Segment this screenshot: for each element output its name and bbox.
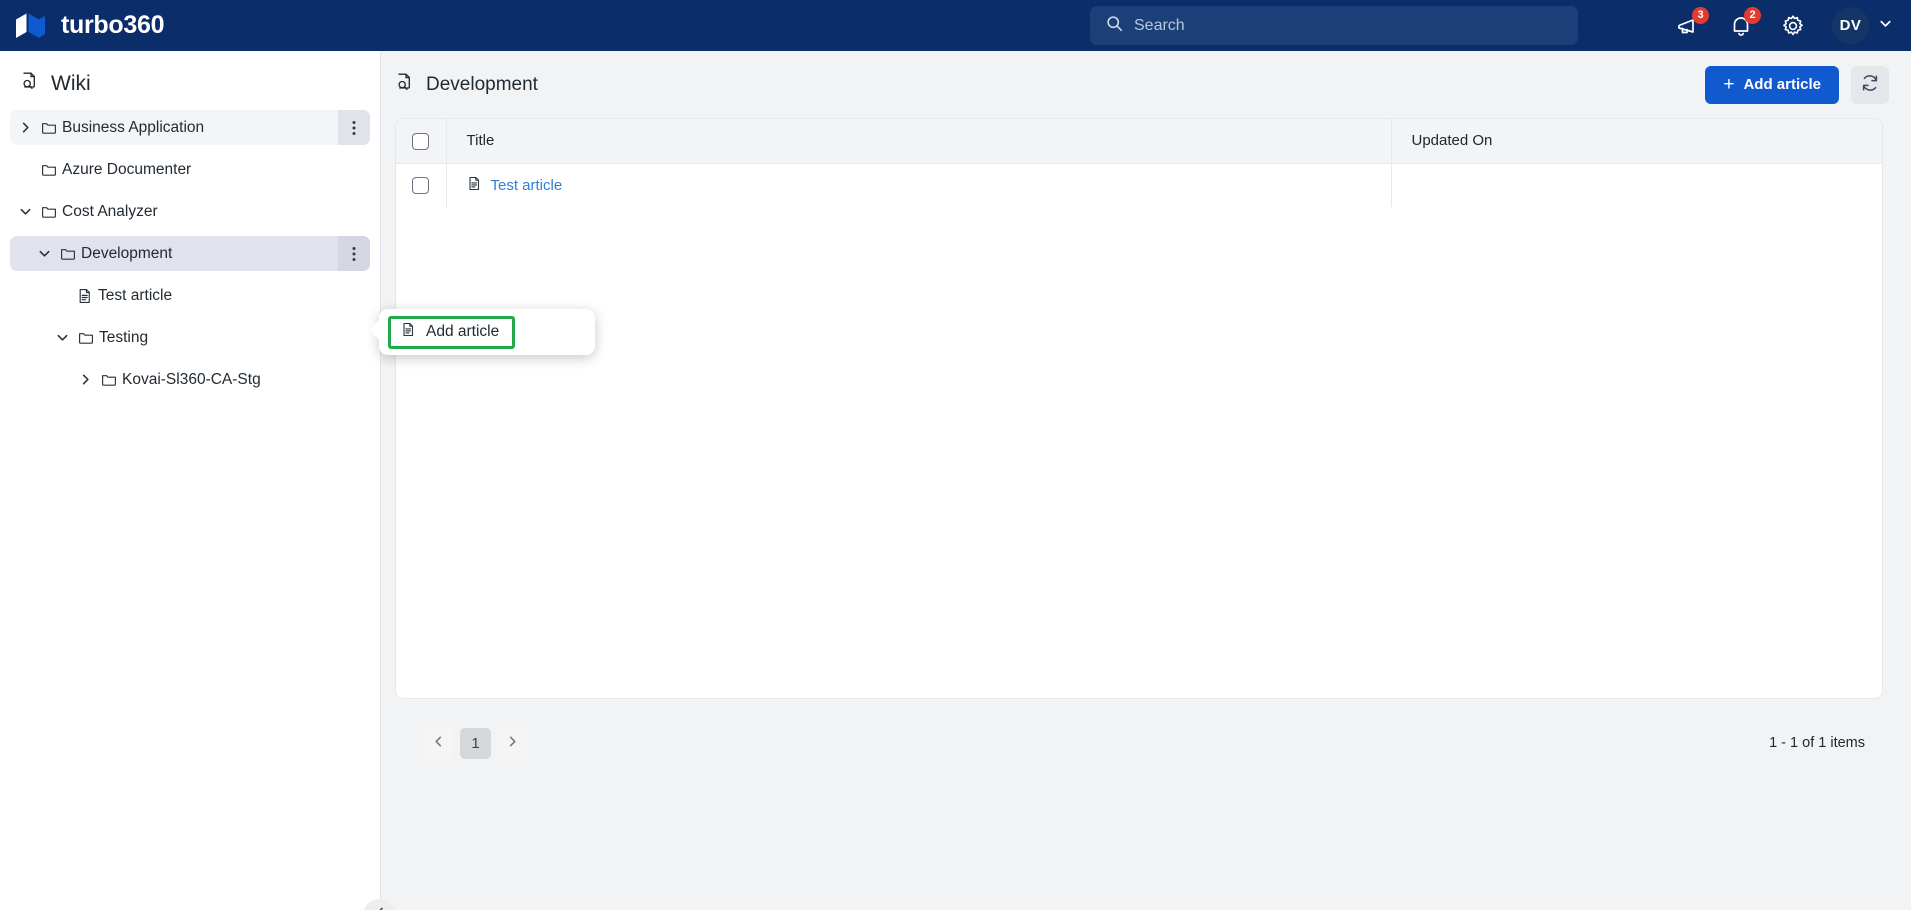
row-select-cell xyxy=(396,163,447,207)
pagination-buttons: 1 xyxy=(423,727,528,759)
folder-icon xyxy=(73,330,99,346)
select-all-cell xyxy=(396,119,447,164)
header-actions: + Add article xyxy=(1705,65,1889,104)
tree-item-label: Testing xyxy=(99,328,149,346)
sidebar: Wiki Business Application Azure Document… xyxy=(0,51,381,910)
tree-item-label: Kovai-Sl360-CA-Stg xyxy=(122,370,261,388)
chevron-right-icon[interactable] xyxy=(74,373,96,386)
table-header-row: Title Updated On xyxy=(396,119,1882,164)
tree-item-menu-button[interactable] xyxy=(338,110,370,145)
announcements-button[interactable]: 3 xyxy=(1676,6,1709,39)
folder-icon xyxy=(96,372,122,388)
refresh-icon xyxy=(1860,73,1880,96)
tree-item-menu-button[interactable] xyxy=(338,236,370,271)
brand-name: turbo360 xyxy=(61,11,165,39)
folder-icon xyxy=(36,120,62,136)
chevron-down-icon[interactable] xyxy=(14,205,36,218)
wiki-tree: Business Application Azure Documenter Co… xyxy=(0,110,380,397)
pagination-count: 1 - 1 of 1 items xyxy=(1769,735,1865,751)
app-body: Wiki Business Application Azure Document… xyxy=(0,51,1911,910)
notifications-button[interactable]: 2 xyxy=(1728,6,1761,39)
page-title: Development xyxy=(426,73,538,95)
tree-item-label: Azure Documenter xyxy=(62,160,192,178)
tree-item-testing[interactable]: Testing xyxy=(10,320,370,355)
article-link[interactable]: Test article xyxy=(491,177,563,194)
chevron-down-icon xyxy=(1878,16,1893,36)
chevron-left-icon xyxy=(373,906,387,910)
add-article-button[interactable]: + Add article xyxy=(1705,65,1839,104)
row-title-cell: Test article xyxy=(446,163,1391,207)
tree-item-label: Development xyxy=(81,244,173,262)
table-row[interactable]: Test article xyxy=(396,163,1882,207)
row-updated-on-cell xyxy=(1390,163,1882,207)
chevron-left-icon xyxy=(432,735,445,752)
pagination: 1 1 - 1 of 1 items xyxy=(395,719,1883,767)
article-icon xyxy=(401,322,416,342)
add-article-label: Add article xyxy=(1743,76,1821,93)
turbo360-logo-icon xyxy=(14,11,48,41)
chevron-down-icon[interactable] xyxy=(51,331,73,344)
chevron-down-icon[interactable] xyxy=(33,247,55,260)
breadcrumb: Development xyxy=(395,72,538,97)
tree-item-azure-documenter[interactable]: Azure Documenter xyxy=(10,152,370,187)
folder-icon xyxy=(55,246,81,262)
table-head: Title Updated On xyxy=(396,119,1882,164)
sidebar-header: Wiki xyxy=(0,51,380,110)
pagination-prev-button[interactable] xyxy=(423,727,454,759)
articles-card: Title Updated On Test article xyxy=(395,118,1883,699)
sidebar-title: Wiki xyxy=(51,71,91,95)
chevron-right-icon[interactable] xyxy=(14,121,36,134)
context-menu-label: Add article xyxy=(426,323,500,340)
pagination-next-button[interactable] xyxy=(497,727,528,759)
content-header: Development + Add article xyxy=(381,51,1911,118)
article-icon xyxy=(467,176,482,195)
table-body: Test article xyxy=(396,163,1882,207)
search-input[interactable] xyxy=(1134,16,1562,35)
navbar-actions: 3 2 DV xyxy=(1676,0,1893,51)
top-navbar: turbo360 3 2 xyxy=(0,0,1911,51)
user-menu[interactable]: DV xyxy=(1832,7,1893,44)
tree-item-kovai-sl360-ca-stg[interactable]: Kovai-Sl360-CA-Stg xyxy=(10,362,370,397)
document-search-icon xyxy=(20,71,40,96)
articles-table: Title Updated On Test article xyxy=(396,119,1882,207)
main-content: Development + Add article Title Updated … xyxy=(381,51,1911,910)
tree-item-label: Test article xyxy=(98,286,173,304)
row-checkbox[interactable] xyxy=(412,177,430,195)
context-menu-add-article[interactable]: Add article xyxy=(388,315,516,349)
column-header-updated-on[interactable]: Updated On xyxy=(1390,119,1882,164)
settings-button[interactable] xyxy=(1780,13,1806,39)
avatar: DV xyxy=(1832,7,1869,44)
tree-item-label: Cost Analyzer xyxy=(62,202,158,220)
tree-item-label: Business Application xyxy=(62,118,205,136)
column-header-title[interactable]: Title xyxy=(446,119,1391,164)
search-icon xyxy=(1106,15,1123,37)
tree-item-test-article[interactable]: Test article xyxy=(10,278,370,313)
brand[interactable]: turbo360 xyxy=(14,11,164,41)
global-search[interactable] xyxy=(1090,6,1578,45)
notifications-badge: 2 xyxy=(1744,6,1761,24)
announcements-badge: 3 xyxy=(1692,6,1709,24)
gear-icon xyxy=(1780,13,1806,39)
refresh-button[interactable] xyxy=(1851,65,1889,104)
chevron-right-icon xyxy=(506,735,519,752)
article-icon xyxy=(72,288,98,304)
select-all-checkbox[interactable] xyxy=(412,132,430,150)
plus-icon: + xyxy=(1723,74,1735,95)
document-search-icon xyxy=(395,72,415,97)
pagination-page-1[interactable]: 1 xyxy=(460,727,491,759)
tree-item-business-application[interactable]: Business Application xyxy=(10,110,370,145)
tree-item-cost-analyzer[interactable]: Cost Analyzer xyxy=(10,194,370,229)
folder-icon xyxy=(36,204,62,220)
tree-item-development[interactable]: Development xyxy=(10,236,370,271)
folder-icon xyxy=(36,162,62,178)
tree-context-menu: Add article xyxy=(379,309,595,355)
